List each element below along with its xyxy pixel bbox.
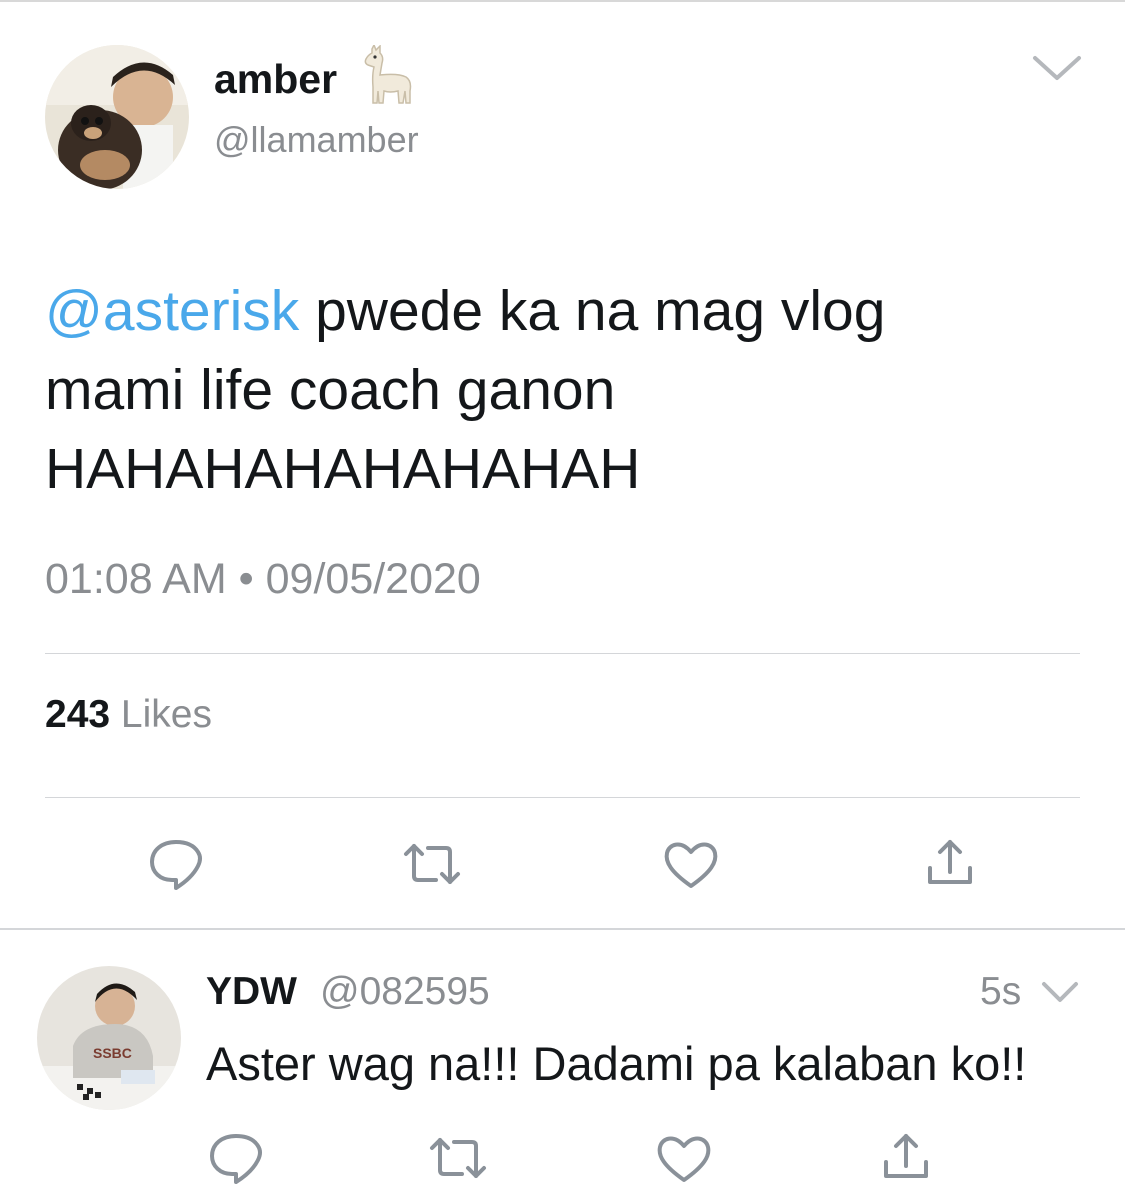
tweet-text-line-2: mami life coach ganon xyxy=(45,358,616,422)
llama-icon xyxy=(360,43,416,105)
likes-label: Likes xyxy=(120,693,212,736)
reply-icon[interactable] xyxy=(206,1130,266,1186)
display-name[interactable]: amber xyxy=(214,56,337,103)
likes-count: 243 xyxy=(45,693,111,736)
divider xyxy=(45,653,1080,654)
heart-icon[interactable] xyxy=(654,1130,714,1186)
tweet-text-line-1: @asterisk pwede ka na mag vlog xyxy=(45,272,1085,351)
reply-icon[interactable] xyxy=(146,836,206,892)
retweet-icon[interactable] xyxy=(402,836,462,892)
tweet-text: @asterisk pwede ka na mag vlog mami life… xyxy=(45,272,1085,509)
chevron-down-icon[interactable] xyxy=(1040,978,1080,1006)
avatar[interactable] xyxy=(45,45,189,189)
tweet-text-segment: pwede ka na mag vlog xyxy=(299,279,886,343)
section-divider xyxy=(0,928,1125,930)
heart-icon[interactable] xyxy=(661,836,721,892)
share-icon[interactable] xyxy=(876,1130,936,1186)
tweet-timestamp: 01:08 AM • 09/05/2020 xyxy=(45,555,481,603)
svg-text:SSBC: SSBC xyxy=(93,1045,132,1061)
reply-handle[interactable]: @082595 xyxy=(320,970,490,1014)
reply-display-name[interactable]: YDW xyxy=(206,970,297,1014)
retweet-icon[interactable] xyxy=(428,1130,488,1186)
divider xyxy=(45,797,1080,798)
reply-text: Aster wag na!!! Dadami pa kalaban ko!! xyxy=(206,1037,1027,1090)
reply-time: 5s xyxy=(980,970,1022,1013)
reply-avatar[interactable]: SSBC xyxy=(37,966,181,1110)
share-icon[interactable] xyxy=(920,836,980,892)
top-border xyxy=(0,0,1125,2)
chevron-down-icon[interactable] xyxy=(1030,50,1084,86)
tweet-text-line-3: HAHAHAHAHAHAHAH xyxy=(45,437,641,501)
likes-stat[interactable]: 243 Likes xyxy=(45,693,212,737)
user-handle[interactable]: @llamamber xyxy=(214,119,419,161)
mention-link[interactable]: @asterisk xyxy=(45,279,299,343)
